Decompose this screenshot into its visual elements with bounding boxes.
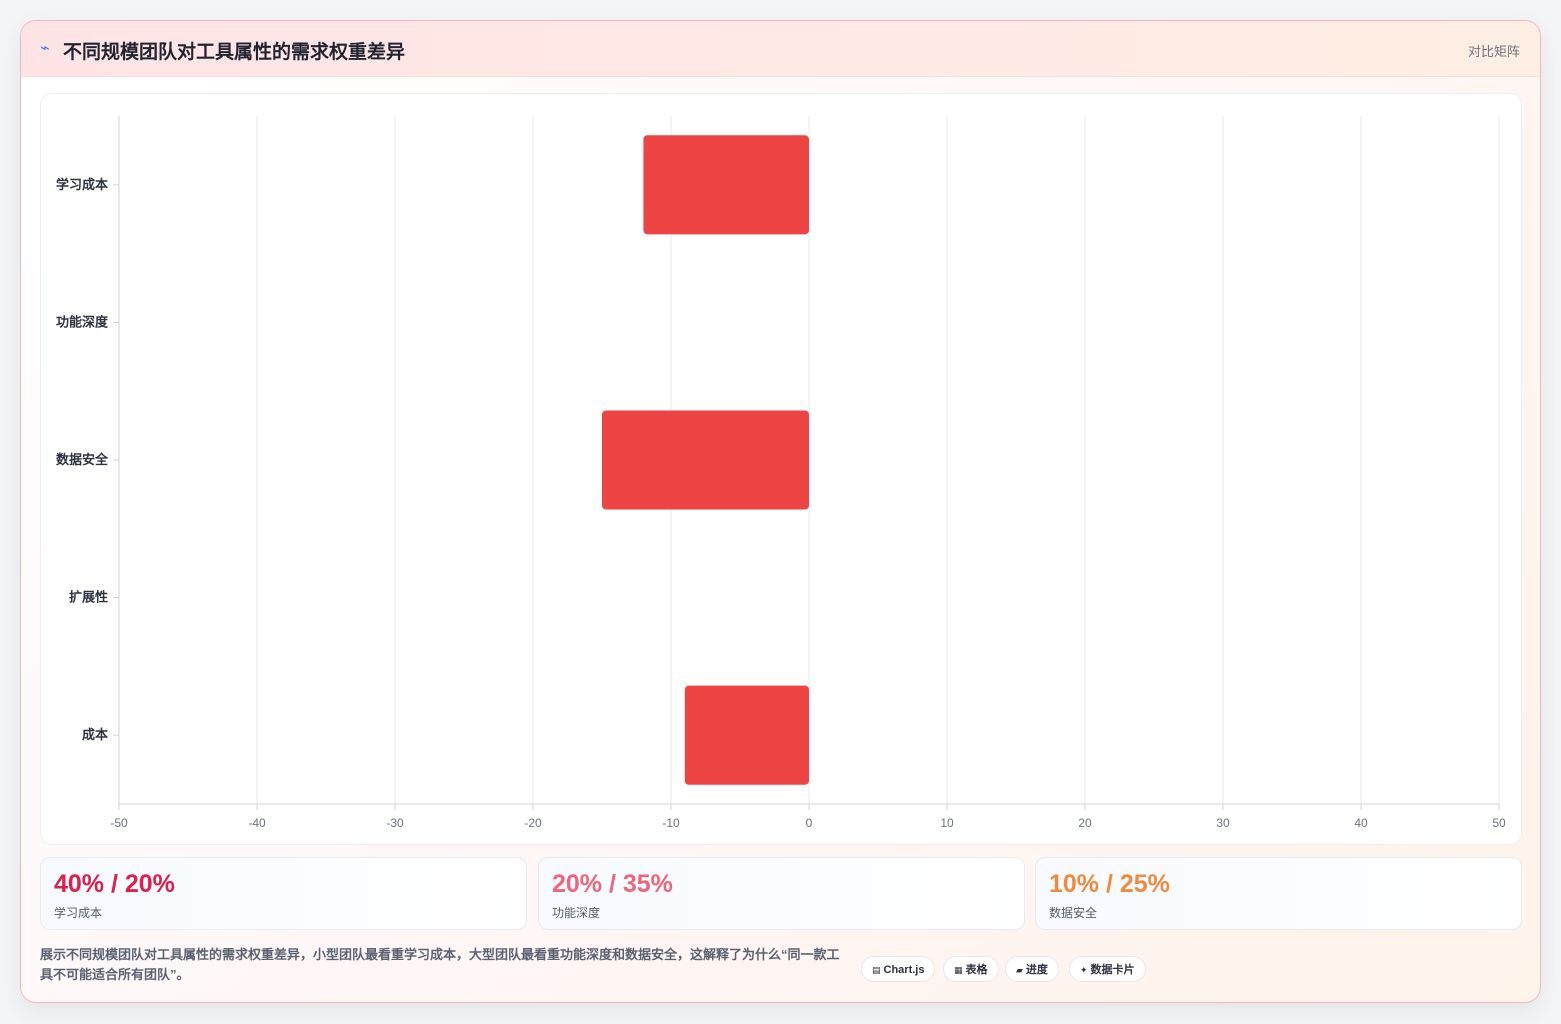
pill-label: 进度 xyxy=(1025,964,1048,976)
progress-icon: ▰ xyxy=(1016,965,1023,975)
y-tick-label: 成本 xyxy=(82,727,108,742)
x-tick-label: 40 xyxy=(1354,816,1368,830)
stat-value: 20% / 35% xyxy=(552,870,673,898)
pill-progress[interactable]: ▰ 进度 xyxy=(1005,956,1059,982)
y-tick-label: 数据安全 xyxy=(56,452,109,467)
bar xyxy=(602,410,809,510)
y-tick-label: 功能深度 xyxy=(56,314,109,329)
chart-icon: ⌁ xyxy=(40,40,50,57)
chart-card: ⌁ 不同规模团队对工具属性的需求权重差异 对比矩阵 -50 -40 -30 -20 -1… xyxy=(20,20,1541,1003)
stat-card-feature-depth: 20% / 35% 功能深度 xyxy=(538,857,1025,930)
y-tick-label: 扩展性 xyxy=(69,590,108,605)
x-tick-label: -40 xyxy=(248,816,266,830)
stat-card-learning-cost: 40% / 20% 学习成本 xyxy=(40,857,527,930)
stat-label: 功能深度 xyxy=(552,906,601,920)
chart-icon: ▤ xyxy=(872,965,881,975)
matrix-badge: 对比矩阵 xyxy=(1467,44,1520,59)
x-tick-label: -30 xyxy=(386,816,404,830)
stat-card-data-security: 10% / 25% 数据安全 xyxy=(1035,857,1522,930)
chart-container: -50 -40 -30 -20 -10 0 10 20 30 40 50 学习成本功能深度数据安全扩展… xyxy=(40,93,1522,845)
stat-label: 学习成本 xyxy=(54,906,103,920)
card-header: ⌁ 不同规模团队对工具属性的需求权重差异 对比矩阵 xyxy=(21,21,1540,77)
pill-label: 数据卡片 xyxy=(1090,964,1135,976)
page-title: 不同规模团队对工具属性的需求权重差异 xyxy=(63,42,406,63)
bar-chart: -50 -40 -30 -20 -10 0 10 20 30 40 50 学习成本功能深度数据安全扩展… xyxy=(56,116,1506,830)
sparkle-icon: ✦ xyxy=(1080,965,1088,975)
bar xyxy=(643,135,809,235)
x-tick-label: 30 xyxy=(1216,816,1230,830)
bar xyxy=(684,685,809,785)
pill-label: 表格 xyxy=(965,964,988,976)
x-tick-label: 0 xyxy=(806,816,813,830)
chart-description: 展示不同规模团队对工具属性的需求权重差异，小型团队最看重学习成本，大型团队最看重… xyxy=(40,947,840,982)
pill-table[interactable]: ▦ 表格 xyxy=(943,956,999,982)
pill-chartjs[interactable]: ▤ Chart.js xyxy=(861,956,936,982)
y-tick-label: 学习成本 xyxy=(56,177,108,192)
x-tick-label: -50 xyxy=(110,816,128,830)
stat-label: 数据安全 xyxy=(1049,906,1098,920)
table-icon: ▦ xyxy=(954,965,963,975)
pill-data-card[interactable]: ✦ 数据卡片 xyxy=(1069,956,1146,982)
x-tick-label: 10 xyxy=(940,816,954,830)
x-tick-label: -10 xyxy=(662,816,680,830)
x-tick-label: 50 xyxy=(1492,816,1506,830)
x-tick-label: 20 xyxy=(1078,816,1092,830)
pill-label: Chart.js xyxy=(883,964,925,976)
stat-value: 10% / 25% xyxy=(1049,870,1170,898)
x-tick-label: -20 xyxy=(524,816,542,830)
stat-value: 40% / 20% xyxy=(54,870,175,898)
